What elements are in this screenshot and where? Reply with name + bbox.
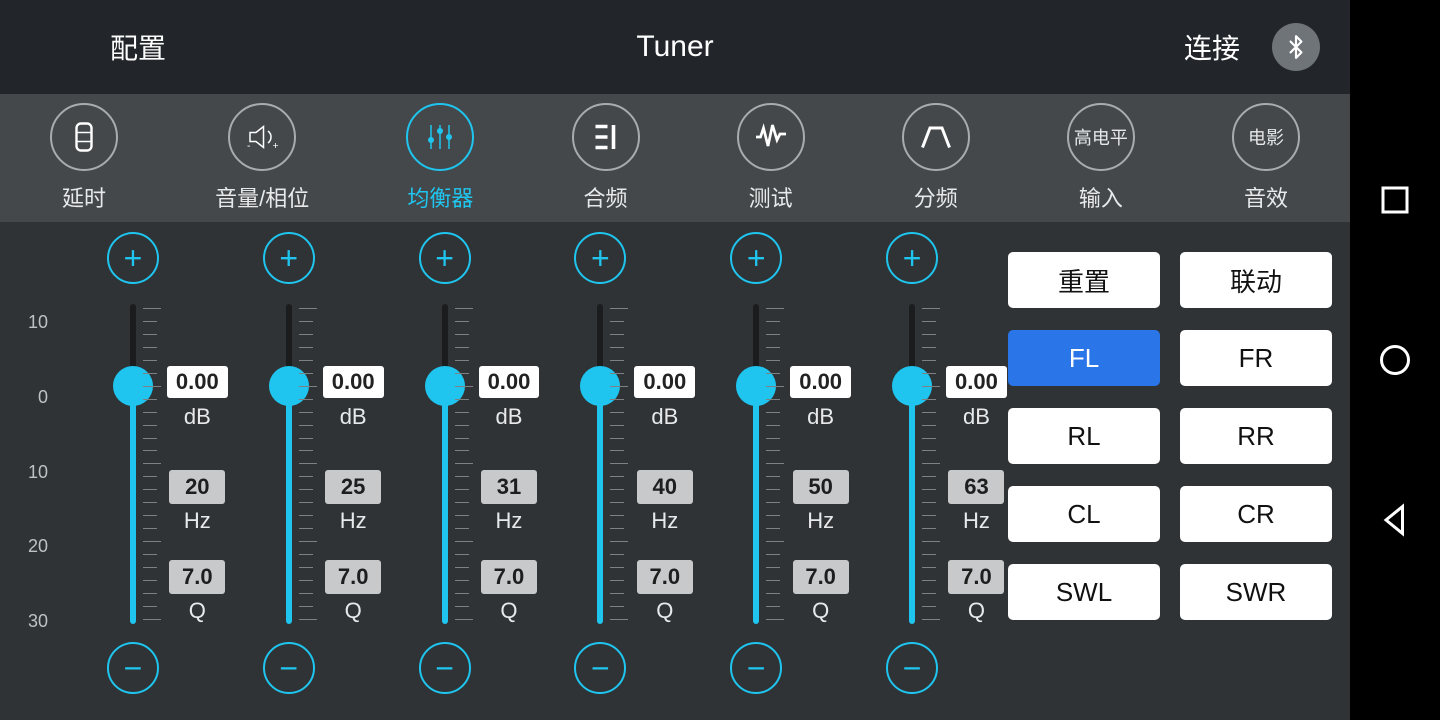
tab-effect-mode: 电影: [1248, 124, 1284, 150]
app-title: Tuner: [636, 30, 713, 64]
channel-swl-button[interactable]: SWL: [1008, 564, 1160, 620]
eq-bands: +0.00dB20Hz7.0Q−+0.00dB25Hz7.0Q−+0.00dB3…: [55, 222, 990, 720]
tab-volume[interactable]: -+音量/相位: [215, 103, 309, 213]
scale-tick: 30: [20, 611, 48, 632]
tab-delay[interactable]: 延时: [50, 103, 118, 213]
band-1-slider[interactable]: 0.00dB20Hz7.0Q: [55, 304, 211, 624]
band-2-slider[interactable]: 0.00dB25Hz7.0Q: [211, 304, 367, 624]
trap-icon: [902, 103, 970, 171]
band-4-hz-unit: Hz: [651, 508, 678, 534]
band-2-plus-button[interactable]: +: [263, 232, 315, 284]
channel-panel: 重置联动 FL FR RL RR CL CR SWL SWR: [1000, 222, 1350, 720]
band-6-db-unit: dB: [946, 404, 1007, 430]
channel-reset-button[interactable]: 重置: [1008, 252, 1160, 308]
car-icon: [50, 103, 118, 171]
tab-xover[interactable]: 分频: [902, 103, 970, 213]
band-6-slider[interactable]: 0.00dB63Hz7.0Q: [834, 304, 990, 624]
config-button[interactable]: 配置: [110, 27, 166, 67]
band-4-plus-button[interactable]: +: [574, 232, 626, 284]
band-5-hz-unit: Hz: [807, 508, 834, 534]
channel-rr-button[interactable]: RR: [1180, 408, 1332, 464]
channel-link-button[interactable]: 联动: [1180, 252, 1332, 308]
main-area: 100102030 +0.00dB20Hz7.0Q−+0.00dB25Hz7.0…: [0, 222, 1350, 720]
band-1-minus-button[interactable]: −: [107, 642, 159, 694]
svg-text:+: +: [273, 140, 279, 152]
tab-input-label: 输入: [1079, 181, 1123, 213]
band-6-db-value[interactable]: 0.00: [946, 366, 1007, 398]
eq-area: 100102030 +0.00dB20Hz7.0Q−+0.00dB25Hz7.0…: [0, 222, 1000, 720]
band-6-hz-value[interactable]: 63: [948, 470, 1004, 504]
home-icon[interactable]: [1377, 342, 1413, 378]
tab-xover-label: 分频: [914, 181, 958, 213]
scale-tick: 20: [20, 536, 48, 557]
connect-button[interactable]: 连接: [1184, 27, 1240, 67]
merge-icon: [572, 103, 640, 171]
band-6-minus-button[interactable]: −: [886, 642, 938, 694]
bluetooth-icon[interactable]: [1272, 23, 1320, 71]
band-2-hz-unit: Hz: [340, 508, 367, 534]
channel-fr-button[interactable]: FR: [1180, 330, 1332, 386]
scale-tick: 10: [20, 462, 48, 483]
tab-effect-label: 音效: [1244, 181, 1288, 213]
band-3-plus-button[interactable]: +: [419, 232, 471, 284]
band-4-minus-button[interactable]: −: [574, 642, 626, 694]
eq-band-2: +0.00dB25Hz7.0Q −: [211, 232, 367, 720]
band-1-q-unit: Q: [189, 598, 206, 624]
band-3-slider[interactable]: 0.00dB31Hz7.0Q: [367, 304, 523, 624]
band-1-hz-unit: Hz: [184, 508, 211, 534]
channel-cl-button[interactable]: CL: [1008, 486, 1160, 542]
band-3-hz-unit: Hz: [496, 508, 523, 534]
back-icon[interactable]: [1377, 502, 1413, 538]
channel-cr-button[interactable]: CR: [1180, 486, 1332, 542]
db-scale: 10 0 10 20 30: [20, 312, 48, 632]
channel-rl-button[interactable]: RL: [1008, 408, 1160, 464]
speaker-icon: -+: [228, 103, 296, 171]
tab-merge-label: 合频: [583, 181, 627, 213]
tab-bar: 延时-+音量/相位均衡器合频测试分频高电平输入电影音效: [0, 94, 1350, 222]
scale-tick: 0: [20, 387, 48, 408]
recent-apps-icon[interactable]: [1377, 182, 1413, 218]
band-6-q-value[interactable]: 7.0: [948, 560, 1004, 594]
sliders-icon: [406, 103, 474, 171]
tab-delay-label: 延时: [62, 181, 106, 213]
svg-text:-: -: [247, 140, 251, 152]
eq-band-1: +0.00dB20Hz7.0Q −: [55, 232, 211, 720]
tab-eq[interactable]: 均衡器: [406, 103, 474, 213]
tab-merge[interactable]: 合频: [572, 103, 640, 213]
eq-band-4: +0.00dB40Hz7.0Q −: [522, 232, 678, 720]
band-2-q-unit: Q: [345, 598, 362, 624]
band-1-plus-button[interactable]: +: [107, 232, 159, 284]
band-6-q-unit: Q: [968, 598, 985, 624]
tab-test-label: 测试: [749, 181, 793, 213]
tab-effect[interactable]: 电影音效: [1232, 103, 1300, 213]
top-bar: 配置 Tuner 连接: [0, 0, 1350, 94]
eq-band-6: +0.00dB63Hz7.0Q −: [834, 232, 990, 720]
band-4-slider[interactable]: 0.00dB40Hz7.0Q: [522, 304, 678, 624]
channel-swr-button[interactable]: SWR: [1180, 564, 1332, 620]
android-nav-bar: [1350, 0, 1440, 720]
band-6-plus-button[interactable]: +: [886, 232, 938, 284]
tab-volume-label: 音量/相位: [215, 181, 309, 213]
wave-icon: [737, 103, 805, 171]
band-4-q-unit: Q: [656, 598, 673, 624]
eq-band-5: +0.00dB50Hz7.0Q −: [678, 232, 834, 720]
band-5-plus-button[interactable]: +: [730, 232, 782, 284]
band-5-q-unit: Q: [812, 598, 829, 624]
tab-input-mode: 高电平: [1074, 124, 1128, 150]
app-screen: 配置 Tuner 连接 延时-+音量/相位均衡器合频测试分频高电平输入电影音效 …: [0, 0, 1350, 720]
band-2-minus-button[interactable]: −: [263, 642, 315, 694]
channel-fl-button[interactable]: FL: [1008, 330, 1160, 386]
tab-input[interactable]: 高电平输入: [1067, 103, 1135, 213]
band-3-minus-button[interactable]: −: [419, 642, 471, 694]
band-5-slider[interactable]: 0.00dB50Hz7.0Q: [678, 304, 834, 624]
tab-eq-label: 均衡器: [407, 181, 473, 213]
band-6-hz-unit: Hz: [963, 508, 990, 534]
tab-test[interactable]: 测试: [737, 103, 805, 213]
scale-tick: 10: [20, 312, 48, 333]
eq-band-3: +0.00dB31Hz7.0Q −: [367, 232, 523, 720]
band-5-minus-button[interactable]: −: [730, 642, 782, 694]
band-3-q-unit: Q: [500, 598, 517, 624]
